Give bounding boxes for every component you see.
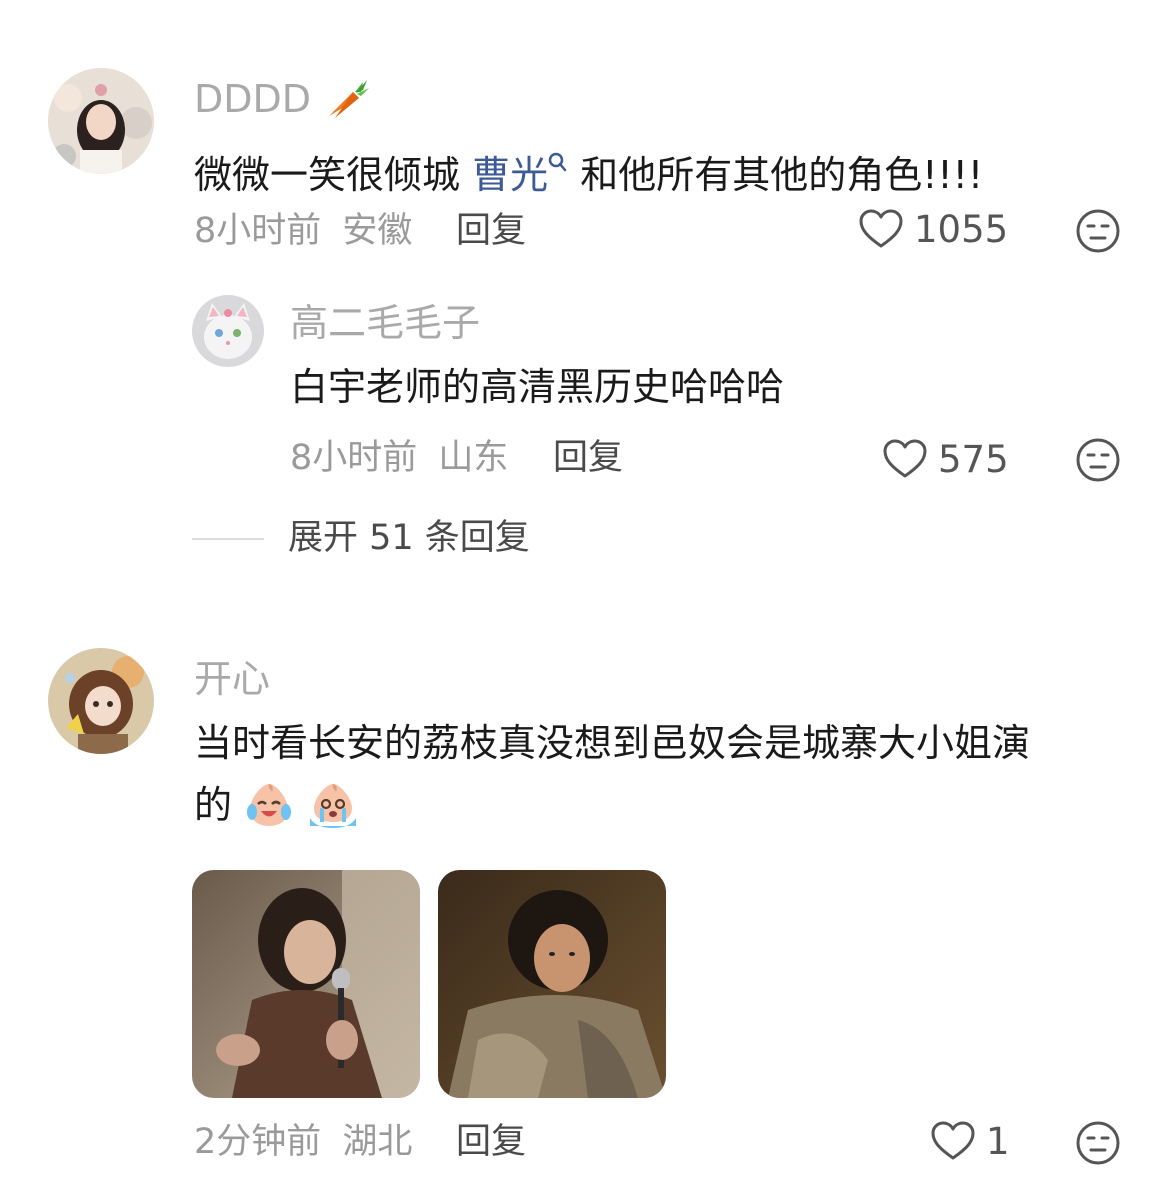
reply-text: 白宇老师的高清黑历史哈哈哈 <box>290 365 785 409</box>
like-count: 1055 <box>914 207 1009 251</box>
reply-button[interactable]: 回复 <box>553 441 623 476</box>
like-button[interactable]: 575 <box>882 438 1009 480</box>
divider <box>192 537 264 540</box>
comment-text: 的 <box>194 776 360 835</box>
dislike-face-icon[interactable] <box>1075 437 1121 483</box>
expand-replies-label: 展开 51 条回复 <box>288 518 530 558</box>
heart-icon <box>930 1120 976 1162</box>
heart-icon <box>882 438 928 480</box>
like-button[interactable]: 1 <box>930 1120 1010 1162</box>
comment-text-line: 的 <box>194 783 233 827</box>
timestamp: 8小时前 <box>194 211 322 251</box>
avatar[interactable] <box>48 68 154 174</box>
reply-avatar[interactable] <box>192 295 264 367</box>
comment-image[interactable] <box>192 870 420 1098</box>
mention-text: 曹光 <box>472 153 549 197</box>
location: 湖北 <box>342 1122 413 1162</box>
timestamp: 8小时前 <box>290 438 418 478</box>
comment-text: 微微一笑很倾城 曹光 和他所有其他的角色!!!! <box>194 132 983 205</box>
location: 山东 <box>438 438 509 478</box>
reply-button[interactable]: 回复 <box>456 1125 526 1160</box>
username-text: DDDD <box>194 77 312 121</box>
like-button[interactable]: 1055 <box>858 208 1008 250</box>
comment-text: 当时看长安的荔枝真没想到邑奴会是城寨大小姐演 <box>194 714 1030 773</box>
location: 安徽 <box>342 211 413 251</box>
username[interactable]: DDDD <box>194 78 371 120</box>
reply-meta: 8小时前 山东 <box>290 441 508 476</box>
comment-text-line: 当时看长安的荔枝真没想到邑奴会是城寨大小姐演 <box>194 721 1031 765</box>
like-count: 575 <box>938 437 1009 481</box>
laugh-cry-emoji-icon <box>244 780 294 830</box>
mention-link[interactable]: 曹光 <box>472 152 568 197</box>
reply-username[interactable]: 高二毛毛子 <box>290 304 480 342</box>
comment-meta: 8小时前 安徽 <box>194 214 412 249</box>
crying-emoji-icon <box>306 780 360 830</box>
heart-icon <box>858 208 904 250</box>
expand-replies-button[interactable]: 展开 51 条回复 <box>192 521 530 556</box>
carrot-icon <box>323 78 371 120</box>
timestamp: 2分钟前 <box>194 1122 322 1162</box>
search-icon <box>548 132 568 172</box>
comment-meta: 2分钟前 湖北 <box>194 1125 412 1160</box>
username[interactable]: 开心 <box>194 660 270 698</box>
reply-button[interactable]: 回复 <box>456 214 526 249</box>
comment-text-part: 微微一笑很倾城 <box>194 153 473 197</box>
comment-image[interactable] <box>438 870 666 1098</box>
avatar[interactable] <box>48 648 154 754</box>
comment-text-part: 和他所有其他的角色!!!! <box>568 153 984 197</box>
dislike-face-icon[interactable] <box>1075 208 1121 254</box>
like-count: 1 <box>986 1119 1010 1163</box>
dislike-face-icon[interactable] <box>1075 1120 1121 1166</box>
